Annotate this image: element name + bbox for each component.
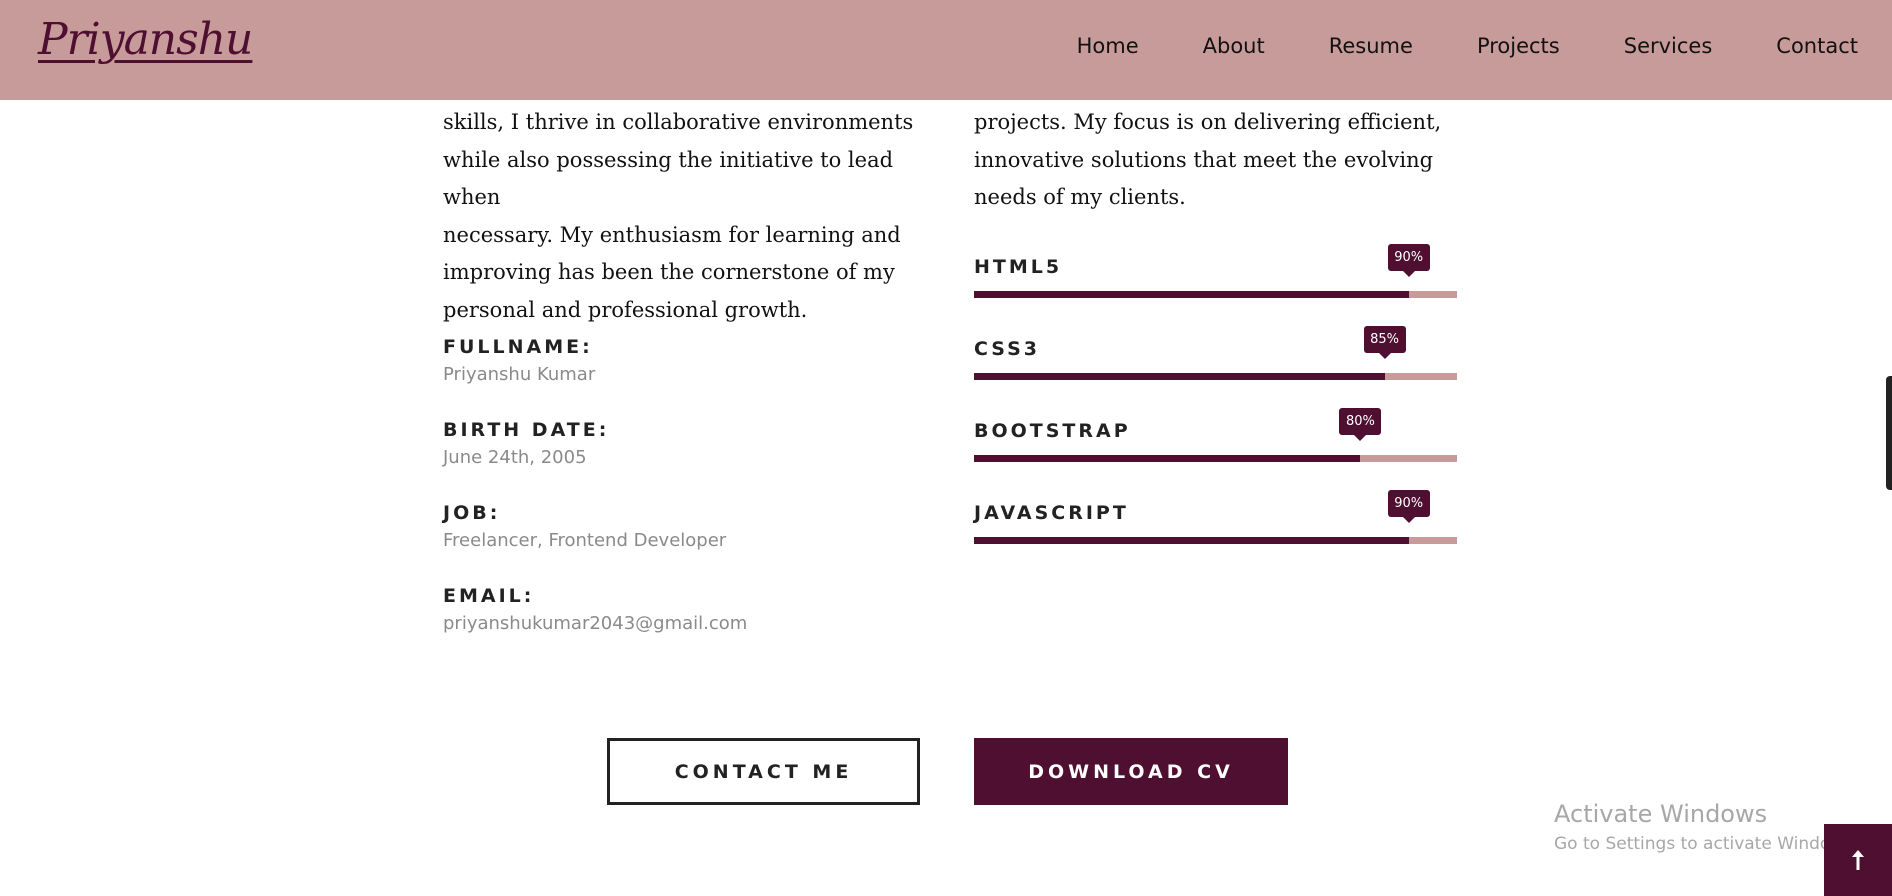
info-label: BIRTH DATE: <box>443 419 610 441</box>
about-line: innovative solutions that meet the evolv… <box>974 147 1434 172</box>
activate-windows-watermark: Activate Windows Go to Settings to activ… <box>1554 800 1859 854</box>
skill-progress-track: 90% <box>974 490 1457 544</box>
about-paragraph-left: skills, I thrive in collaborative enviro… <box>443 104 933 329</box>
skill-progress-track: 80% <box>974 408 1457 462</box>
skill-css3: CSS3 85% <box>974 326 1457 398</box>
skill-html5: HTML5 90% <box>974 244 1457 316</box>
about-line: improving has been the cornerstone of my <box>443 260 895 284</box>
skill-name: BOOTSTRAP <box>974 420 1131 442</box>
skill-name: JAVASCRIPT <box>974 502 1129 524</box>
info-fullname: FULLNAME: Priyanshu Kumar <box>443 336 893 385</box>
about-line: needs of my clients. <box>974 185 1186 209</box>
skill-percent-badge: 90% <box>1387 490 1430 523</box>
contact-me-button[interactable]: CONTACT ME <box>607 738 920 805</box>
info-value: June 24th, 2005 <box>443 447 587 468</box>
about-line: necessary. My enthusiasm for learning an… <box>443 222 901 247</box>
info-label: FULLNAME: <box>443 336 593 358</box>
info-job: JOB: Freelancer, Frontend Developer <box>443 502 893 551</box>
back-to-top-button[interactable] <box>1824 824 1892 896</box>
info-value[interactable]: priyanshukumar2043@gmail.com <box>443 613 893 634</box>
info-birth-date: BIRTH DATE: June 24th, 2005 <box>443 419 893 468</box>
site-header: Priyanshu Home About Resume Projects Ser… <box>0 0 1892 100</box>
site-logo[interactable]: Priyanshu <box>38 14 253 65</box>
skill-name: CSS3 <box>974 338 1041 360</box>
info-value: Priyanshu Kumar <box>443 364 596 385</box>
skill-progress-fill <box>974 455 1361 462</box>
nav-projects[interactable]: Projects <box>1477 34 1560 58</box>
arrow-up-icon <box>1852 850 1864 870</box>
skill-percent-badge: 80% <box>1339 408 1382 441</box>
nav-services[interactable]: Services <box>1624 34 1713 58</box>
main-nav: Home About Resume Projects Services Cont… <box>1013 0 1858 92</box>
about-line: while also possessing the initiative to … <box>443 147 894 210</box>
nav-contact[interactable]: Contact <box>1776 34 1858 58</box>
page-scrollbar[interactable] <box>1886 376 1892 490</box>
info-email: EMAIL: priyanshukumar2043@gmail.com <box>443 585 893 634</box>
skill-percent-badge: 85% <box>1363 326 1406 359</box>
about-line: projects. My focus is on delivering effi… <box>974 110 1442 134</box>
skill-progress-track: 90% <box>974 244 1457 298</box>
watermark-title: Activate Windows <box>1554 800 1768 828</box>
skill-name: HTML5 <box>974 256 1063 278</box>
skill-progress-fill <box>974 537 1409 544</box>
skill-bootstrap: BOOTSTRAP 80% <box>974 408 1457 480</box>
info-value: Freelancer, Frontend Developer <box>443 530 727 551</box>
about-paragraph-right: projects. My focus is on delivering effi… <box>974 104 1444 217</box>
skill-javascript: JAVASCRIPT 90% <box>974 490 1457 562</box>
watermark-subtitle: Go to Settings to activate Windows. <box>1554 834 1859 854</box>
skill-progress-fill <box>974 291 1409 298</box>
skill-progress-track: 85% <box>974 326 1457 380</box>
info-label: JOB: <box>443 502 501 524</box>
nav-home[interactable]: Home <box>1077 34 1139 58</box>
download-cv-button[interactable]: DOWNLOAD CV <box>974 738 1288 805</box>
skill-progress-fill <box>974 373 1385 380</box>
nav-about[interactable]: About <box>1203 34 1265 58</box>
nav-resume[interactable]: Resume <box>1329 34 1413 58</box>
about-line: personal and professional growth. <box>443 297 808 322</box>
about-line: skills, I thrive in collaborative enviro… <box>443 110 914 134</box>
skill-percent-badge: 90% <box>1387 244 1430 277</box>
info-label: EMAIL: <box>443 585 535 607</box>
